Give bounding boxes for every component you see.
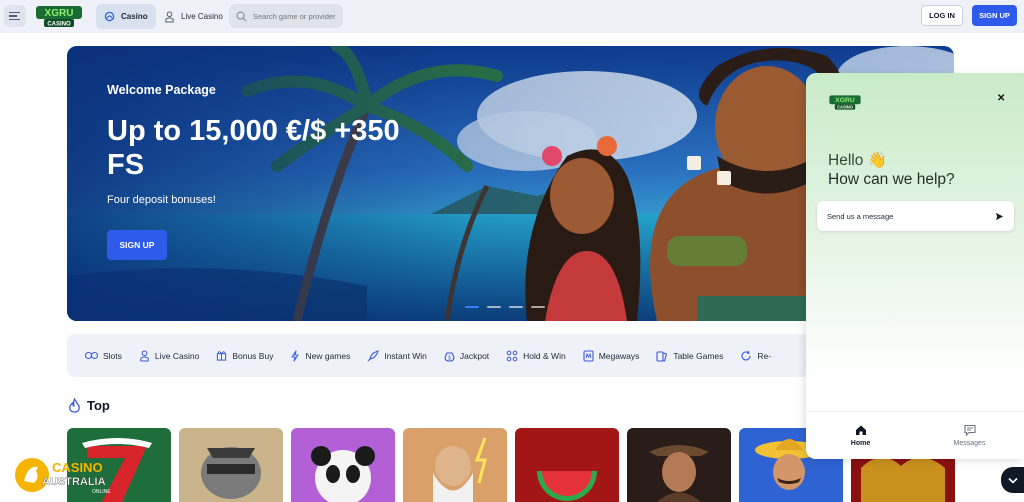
category-jackpot[interactable]: $ Jackpot xyxy=(444,350,489,362)
category-re[interactable]: Re- xyxy=(740,350,771,362)
category-label: New games xyxy=(305,350,351,361)
game-card-watermelon[interactable] xyxy=(515,428,619,502)
fire-icon xyxy=(69,398,80,413)
dealer-icon xyxy=(165,10,174,23)
category-slots[interactable]: Slots xyxy=(85,350,122,361)
close-icon[interactable]: ✕ xyxy=(997,93,1005,104)
svg-text:$: $ xyxy=(448,355,451,361)
nav-casino[interactable]: Casino xyxy=(96,4,156,29)
svg-text:XGRU: XGRU xyxy=(835,97,855,104)
carousel-dot[interactable] xyxy=(531,306,545,308)
chat-tab-home[interactable]: Home xyxy=(806,412,915,459)
svg-text:AUSTRALIA: AUSTRALIA xyxy=(42,476,106,488)
club-icon xyxy=(104,11,115,22)
casino-logo[interactable]: XGRU CASINO xyxy=(34,4,84,29)
carousel-dot[interactable] xyxy=(465,306,479,308)
chevron-down-icon xyxy=(1007,477,1018,484)
nav-live-casino[interactable]: Live Casino xyxy=(156,4,231,29)
category-label: Hold & Win xyxy=(523,350,566,361)
category-label: Instant Win xyxy=(384,350,427,361)
category-new-games[interactable]: New games xyxy=(290,349,351,362)
rocket-icon xyxy=(367,349,380,361)
hero-title: Up to 15,000 €/$ +350 FS xyxy=(107,115,400,181)
search-box[interactable] xyxy=(229,4,343,28)
category-label: Bonus Buy xyxy=(232,350,274,361)
login-button[interactable]: LOG IN xyxy=(921,5,963,26)
slots-icon xyxy=(85,351,98,360)
section-title: Top xyxy=(87,398,110,413)
chat-input-placeholder: Send us a message xyxy=(827,211,894,221)
game-thumbnail xyxy=(179,428,283,502)
search-icon xyxy=(236,11,247,22)
chat-tab-label: Messages xyxy=(953,440,986,447)
category-bar: Slots Live Casino Bonus Buy New games In… xyxy=(67,334,827,377)
send-icon[interactable] xyxy=(995,212,1004,221)
chat-greeting: Hello 👋 xyxy=(828,152,887,169)
carousel-dot[interactable] xyxy=(487,306,501,308)
svg-text:CASINO: CASINO xyxy=(47,22,71,28)
game-card-panda[interactable] xyxy=(291,428,395,502)
category-label: Re- xyxy=(757,350,772,361)
chat-tabs: Home Messages xyxy=(806,411,1024,459)
game-thumbnail xyxy=(627,428,731,502)
game-thumbnail xyxy=(403,428,507,502)
hamburger-menu-icon[interactable] xyxy=(4,5,26,27)
grid-icon xyxy=(506,350,518,361)
chat-widget: XGRU CASINO ✕ Hello 👋 How can we help? S… xyxy=(806,73,1024,459)
lightning-icon xyxy=(291,349,300,362)
chat-help-text: How can we help? xyxy=(828,171,955,188)
nav-casino-label: Casino xyxy=(121,12,148,21)
category-table-games[interactable]: Table Games xyxy=(656,350,723,362)
signup-button[interactable]: SIGN UP xyxy=(972,5,1017,26)
hero-signup-button[interactable]: SIGN UP xyxy=(107,230,167,260)
dealer-icon xyxy=(140,349,149,362)
game-thumbnail xyxy=(291,428,395,502)
game-thumbnail xyxy=(515,428,619,502)
category-hold-win[interactable]: Hold & Win xyxy=(506,350,566,362)
category-bonus-buy[interactable]: Bonus Buy xyxy=(216,350,273,361)
category-label: Live Casino xyxy=(154,350,200,361)
message-icon xyxy=(963,424,976,436)
category-label: Table Games xyxy=(673,350,724,361)
home-icon xyxy=(855,425,866,435)
hero-subtitle: Four deposit bonuses! xyxy=(107,194,216,206)
svg-text:CASINO: CASINO xyxy=(837,105,853,110)
game-card-raccoon[interactable] xyxy=(179,428,283,502)
hero-eyebrow: Welcome Package xyxy=(107,83,216,97)
carousel-dots xyxy=(465,306,545,308)
game-card-wild-west[interactable] xyxy=(627,428,731,502)
chat-message-input[interactable]: Send us a message xyxy=(817,201,1014,231)
svg-text:ONLINE: ONLINE xyxy=(92,489,111,495)
top-bar: XGRU CASINO Casino Live Casino LOG IN SI… xyxy=(0,0,1024,33)
refresh-icon xyxy=(741,350,751,360)
chat-tab-label: Home xyxy=(850,440,871,447)
category-label: Jackpot xyxy=(459,350,490,361)
search-input[interactable] xyxy=(253,11,343,21)
scroll-down-button[interactable] xyxy=(1001,467,1024,493)
gift-icon xyxy=(217,351,227,361)
chat-logo: XGRU CASINO xyxy=(829,95,861,110)
money-bag-icon: $ xyxy=(444,351,455,362)
category-label: Megaways xyxy=(598,350,640,361)
game-card-zeus[interactable] xyxy=(403,428,507,502)
svg-text:XGRU: XGRU xyxy=(45,8,74,19)
svg-text:CASINO: CASINO xyxy=(52,460,103,475)
chat-tab-messages[interactable]: Messages xyxy=(915,412,1024,459)
casino-australia-watermark: CASINO AUSTRALIA ONLINE xyxy=(15,458,111,495)
category-live-casino[interactable]: Live Casino xyxy=(139,349,200,362)
megaways-icon xyxy=(583,349,594,362)
category-instant-win[interactable]: Instant Win xyxy=(367,349,427,362)
category-label: Slots xyxy=(103,350,122,361)
nav-live-casino-label: Live Casino xyxy=(181,12,223,21)
section-top: Top xyxy=(68,398,110,413)
cards-icon xyxy=(656,350,668,362)
carousel-dot[interactable] xyxy=(509,306,523,308)
category-megaways[interactable]: Megaways xyxy=(583,349,640,362)
